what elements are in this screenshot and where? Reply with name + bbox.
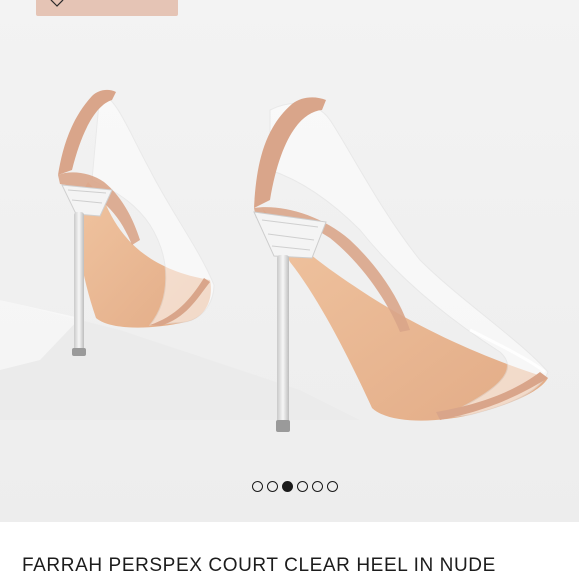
product-image[interactable]: [0, 0, 579, 522]
image-carousel-dots: [10, 481, 579, 492]
carousel-dot-1[interactable]: [251, 481, 263, 492]
carousel-dot-4[interactable]: [296, 481, 308, 492]
product-page: FARRAH PERSPEX COURT CLEAR HEEL IN NUDE: [0, 0, 579, 580]
carousel-dot-6[interactable]: [326, 481, 338, 492]
product-image-gallery[interactable]: [0, 0, 579, 522]
carousel-dot-3-active[interactable]: [281, 481, 293, 492]
carousel-dot-2[interactable]: [266, 481, 278, 492]
product-title: FARRAH PERSPEX COURT CLEAR HEEL IN NUDE: [22, 555, 496, 576]
carousel-dot-5[interactable]: [311, 481, 323, 492]
heart-icon[interactable]: [50, 0, 64, 7]
